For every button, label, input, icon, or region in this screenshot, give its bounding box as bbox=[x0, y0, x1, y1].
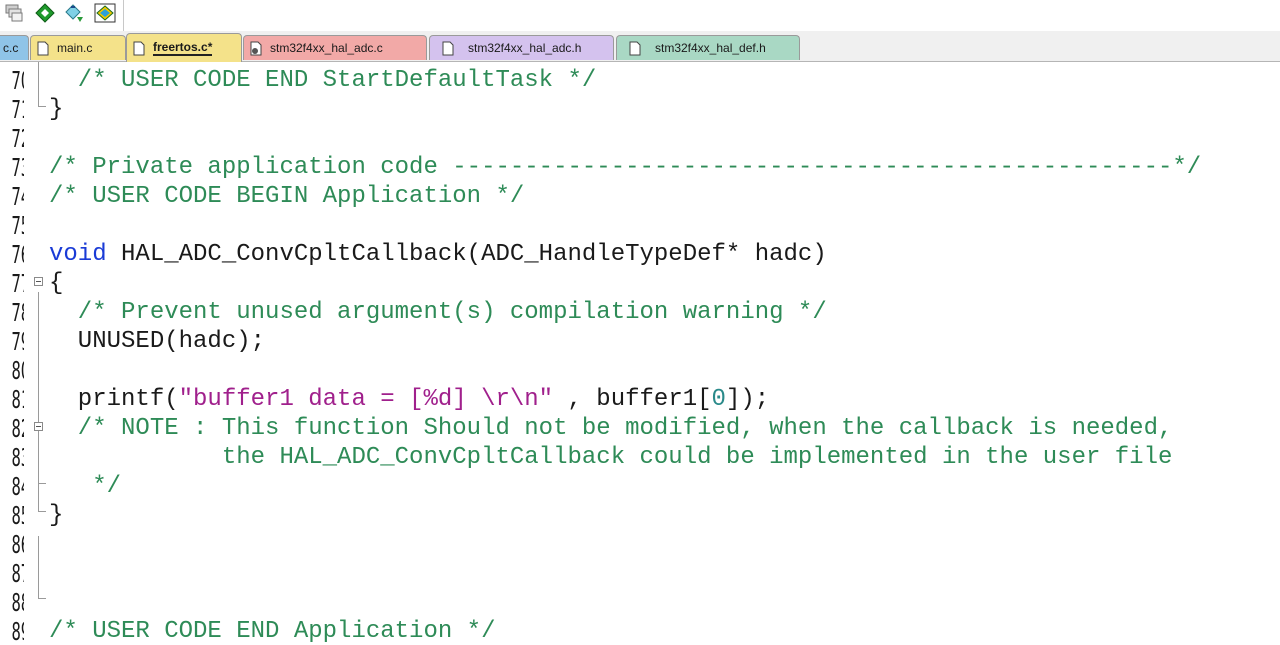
line-code[interactable]: */ bbox=[49, 472, 121, 501]
line-number: 88 bbox=[11, 588, 24, 617]
toolbar bbox=[0, 0, 1280, 31]
line-code[interactable]: printf("buffer1 data = [%d] \r\n" , buff… bbox=[49, 385, 769, 414]
toolbar-separator bbox=[123, 0, 124, 31]
line-number: 86 bbox=[11, 530, 24, 559]
code-line: 85 } bbox=[0, 501, 1280, 530]
fold-collapse-icon[interactable] bbox=[34, 422, 43, 431]
file-icon bbox=[442, 41, 454, 55]
fold-collapse-icon[interactable] bbox=[34, 277, 43, 286]
tab-stm32f4xx-hal-adc-c[interactable]: stm32f4xx_hal_adc.c bbox=[243, 35, 427, 60]
code-line: 71 } bbox=[0, 95, 1280, 124]
line-code[interactable]: /* USER CODE END Application */ bbox=[49, 617, 495, 645]
line-number: 85 bbox=[11, 501, 24, 530]
code-line: 78 /* Prevent unused argument(s) compila… bbox=[0, 298, 1280, 327]
windows-stack-icon[interactable] bbox=[2, 2, 26, 24]
green-diamond-icon[interactable] bbox=[33, 2, 57, 24]
line-number: 77 bbox=[11, 269, 24, 298]
line-code[interactable]: { bbox=[49, 269, 63, 298]
line-number: 79 bbox=[11, 327, 24, 356]
code-line: 77 { bbox=[0, 269, 1280, 298]
line-number: 71 bbox=[11, 95, 24, 124]
code-line: 81 printf("buffer1 data = [%d] \r\n" , b… bbox=[0, 385, 1280, 414]
tab-label: c.c bbox=[3, 41, 19, 55]
code-line: 86 bbox=[0, 530, 1280, 559]
line-code[interactable]: UNUSED(hadc); bbox=[49, 327, 265, 356]
line-number: 82 bbox=[11, 414, 24, 443]
line-number: 73 bbox=[11, 153, 24, 182]
line-code[interactable]: the HAL_ADC_ConvCpltCallback could be im… bbox=[49, 443, 1173, 472]
line-code[interactable]: } bbox=[49, 501, 63, 530]
tab-label: freertos.c* bbox=[153, 40, 213, 56]
line-number: 72 bbox=[11, 124, 24, 153]
line-number: 75 bbox=[11, 211, 24, 240]
tab-freertos-c[interactable]: freertos.c* bbox=[126, 33, 242, 62]
line-number: 81 bbox=[11, 385, 24, 414]
file-icon bbox=[37, 41, 49, 55]
tab-main-c[interactable]: main.c bbox=[30, 35, 126, 60]
line-code[interactable]: /* Prevent unused argument(s) compilatio… bbox=[49, 298, 827, 327]
tab-stm32f4xx-hal-def-h[interactable]: stm32f4xx_hal_def.h bbox=[616, 35, 800, 60]
tab-label: stm32f4xx_hal_def.h bbox=[655, 41, 766, 55]
code-line: 84 */ bbox=[0, 472, 1280, 501]
line-number: 84 bbox=[11, 472, 24, 501]
line-code[interactable]: void HAL_ADC_ConvCpltCallback(ADC_Handle… bbox=[49, 240, 827, 269]
code-line: 80 bbox=[0, 356, 1280, 385]
tab-stm32f4xx-hal-adc-h[interactable]: stm32f4xx_hal_adc.h bbox=[429, 35, 614, 60]
line-code[interactable]: /* NOTE : This function Should not be mo… bbox=[49, 414, 1173, 443]
line-number: 74 bbox=[11, 182, 24, 211]
blocks-icon[interactable] bbox=[93, 2, 117, 24]
code-line: 82 /* NOTE : This function Should not be… bbox=[0, 414, 1280, 443]
line-code[interactable]: } bbox=[49, 95, 63, 124]
line-number: 76 bbox=[11, 240, 24, 269]
diamond-arrow-icon[interactable] bbox=[62, 2, 86, 24]
file-icon bbox=[629, 41, 641, 55]
line-number: 78 bbox=[11, 298, 24, 327]
code-line: 88 bbox=[0, 588, 1280, 617]
code-line: 73 /* Private application code ---------… bbox=[0, 153, 1280, 182]
code-line: 74 /* USER CODE BEGIN Application */ bbox=[0, 182, 1280, 211]
code-line: 70 /* USER CODE END StartDefaultTask */ bbox=[0, 66, 1280, 95]
tab-c-c[interactable]: c.c bbox=[0, 35, 29, 60]
line-number: 80 bbox=[11, 356, 24, 385]
line-code[interactable]: /* USER CODE BEGIN Application */ bbox=[49, 182, 524, 211]
file-gear-icon bbox=[250, 41, 262, 55]
code-editor[interactable]: 70 /* USER CODE END StartDefaultTask */ … bbox=[0, 62, 1280, 645]
code-line: 76 void HAL_ADC_ConvCpltCallback(ADC_Han… bbox=[0, 240, 1280, 269]
editor-tab-bar: c.c main.c freertos.c* stm32f4xx_hal_adc… bbox=[0, 31, 1280, 62]
code-line: 83 the HAL_ADC_ConvCpltCallback could be… bbox=[0, 443, 1280, 472]
code-line: 75 bbox=[0, 211, 1280, 240]
line-number: 87 bbox=[11, 559, 24, 588]
tab-label: stm32f4xx_hal_adc.h bbox=[468, 41, 582, 55]
line-number: 70 bbox=[11, 66, 24, 95]
code-line: 72 bbox=[0, 124, 1280, 153]
code-line: 89 /* USER CODE END Application */ bbox=[0, 617, 1280, 645]
code-line: 87 bbox=[0, 559, 1280, 588]
line-code[interactable]: /* USER CODE END StartDefaultTask */ bbox=[49, 66, 597, 95]
line-number: 89 bbox=[11, 617, 24, 645]
tab-label: main.c bbox=[57, 41, 93, 55]
file-icon bbox=[133, 41, 145, 55]
line-number: 83 bbox=[11, 443, 24, 472]
code-line: 79 UNUSED(hadc); bbox=[0, 327, 1280, 356]
line-code[interactable]: /* Private application code ------------… bbox=[49, 153, 1201, 182]
tab-label: stm32f4xx_hal_adc.c bbox=[270, 41, 383, 55]
